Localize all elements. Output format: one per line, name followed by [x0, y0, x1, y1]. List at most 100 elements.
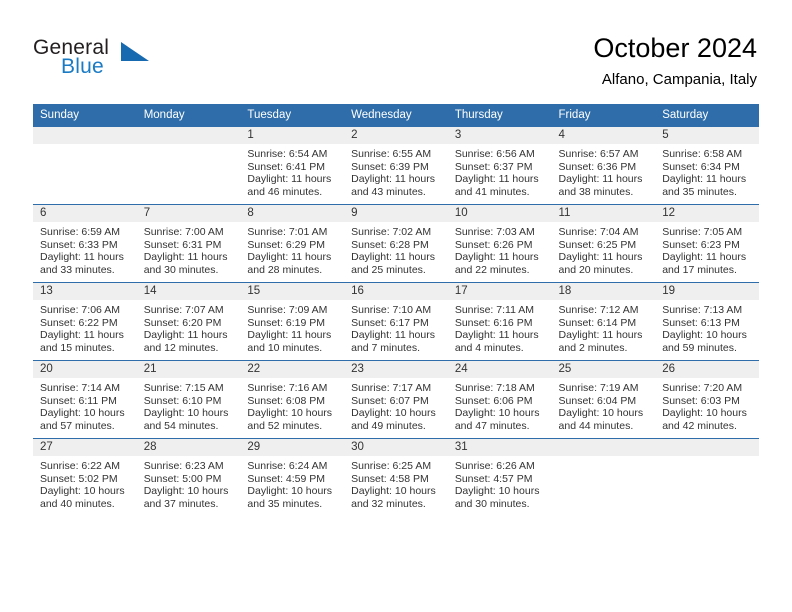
- general-blue-logo[interactable]: General Blue: [33, 36, 163, 84]
- calendar-cell[interactable]: 6 Sunrise: 6:59 AM Sunset: 6:33 PM Daylight…: [33, 204, 137, 283]
- sunset-text: Sunset: 6:29 PM: [247, 238, 326, 251]
- sunset-text: Sunset: 6:33 PM: [40, 238, 118, 251]
- sunrise-text: Sunrise: 7:13 AM: [662, 304, 743, 316]
- day-cell: 4 Sunrise: 6:57 AM Sunset: 6:36 PM Daylight…: [551, 127, 656, 204]
- sunrise-text: Sunrise: 6:23 AM: [143, 460, 224, 472]
- daylight-text: Daylight: 10 hours and 49 minutes.: [351, 407, 436, 432]
- sunset-text: Sunset: 6:25 PM: [558, 238, 637, 251]
- calendar-cell[interactable]: 17 Sunrise: 7:11 AM Sunset: 6:16 PM Dayligh…: [447, 282, 552, 361]
- day-info: Sunrise: 7:19 AM Sunset: 6:04 PM Daylight:…: [552, 378, 656, 432]
- calendar-cell[interactable]: 10 Sunrise: 7:03 AM Sunset: 6:26 PM Dayligh…: [447, 204, 552, 283]
- sunset-text: Sunset: 6:10 PM: [143, 394, 222, 407]
- calendar-cell[interactable]: 12 Sunrise: 7:05 AM Sunset: 6:23 PM Dayligh…: [655, 204, 759, 283]
- day-info: Sunrise: 6:55 AM Sunset: 6:39 PM Daylight:…: [344, 144, 448, 198]
- calendar-cell[interactable]: 11 Sunrise: 7:04 AM Sunset: 6:25 PM Dayligh…: [551, 204, 656, 283]
- day-cell: 21 Sunrise: 7:15 AM Sunset: 6:10 PM Dayligh…: [136, 361, 241, 438]
- daylight-text: Daylight: 11 hours and 25 minutes.: [351, 251, 435, 276]
- calendar-cell[interactable]: 3 Sunrise: 6:56 AM Sunset: 6:37 PM Daylight…: [447, 127, 552, 205]
- calendar-cell[interactable]: 15 Sunrise: 7:09 AM Sunset: 6:19 PM Dayligh…: [240, 282, 345, 361]
- daylight-text: Daylight: 10 hours and 47 minutes.: [454, 407, 540, 432]
- calendar-cell[interactable]: 23 Sunrise: 7:17 AM Sunset: 6:07 PM Dayligh…: [344, 360, 448, 439]
- sunrise-text: Sunrise: 6:58 AM: [662, 148, 743, 160]
- day-number: [551, 439, 656, 456]
- day-info: Sunrise: 7:13 AM Sunset: 6:13 PM Daylight:…: [655, 300, 759, 354]
- day-number: 17: [447, 283, 552, 300]
- calendar-grid: Sunday Monday Tuesday Wednesday Thursday…: [33, 104, 759, 516]
- calendar-cell[interactable]: 19 Sunrise: 7:13 AM Sunset: 6:13 PM Dayligh…: [655, 282, 759, 361]
- calendar-page: General Blue October 2024 Alfano, Campan…: [0, 0, 792, 612]
- sunrise-text: Sunrise: 7:03 AM: [454, 226, 535, 238]
- day-info: Sunrise: 7:15 AM Sunset: 6:10 PM Daylight:…: [137, 378, 241, 432]
- sunset-text: Sunset: 6:06 PM: [454, 394, 533, 407]
- calendar-cell[interactable]: 7 Sunrise: 7:00 AM Sunset: 6:31 PM Daylight…: [136, 204, 241, 283]
- calendar-cell[interactable]: 16 Sunrise: 7:10 AM Sunset: 6:17 PM Dayligh…: [344, 282, 448, 361]
- location-subtitle: Alfano, Campania, Italy: [601, 71, 757, 88]
- day-number: 8: [240, 205, 345, 222]
- day-info: Sunrise: 7:05 AM Sunset: 6:23 PM Daylight:…: [655, 222, 759, 276]
- day-info: Sunrise: 7:04 AM Sunset: 6:25 PM Daylight:…: [552, 222, 656, 276]
- sunset-text: Sunset: 4:59 PM: [247, 472, 326, 485]
- day-info: Sunrise: 7:12 AM Sunset: 6:14 PM Daylight:…: [552, 300, 656, 354]
- day-info: Sunrise: 6:24 AM Sunset: 4:59 PM Daylight:…: [240, 456, 344, 510]
- day-info: Sunrise: 6:58 AM Sunset: 6:34 PM Daylight:…: [655, 144, 759, 198]
- calendar-cell[interactable]: 8 Sunrise: 7:01 AM Sunset: 6:29 PM Daylight…: [240, 204, 345, 283]
- sunset-text: Sunset: 5:02 PM: [40, 472, 118, 485]
- daylight-text: Daylight: 11 hours and 2 minutes.: [558, 329, 643, 354]
- day-number: 18: [551, 283, 656, 300]
- daylight-text: Daylight: 11 hours and 17 minutes.: [662, 251, 747, 276]
- day-info: Sunrise: 7:02 AM Sunset: 6:28 PM Daylight:…: [344, 222, 448, 276]
- day-number: [655, 439, 759, 456]
- daylight-text: Daylight: 11 hours and 41 minutes.: [454, 173, 539, 198]
- day-cell: 28 Sunrise: 6:23 AM Sunset: 5:00 PM Dayligh…: [136, 439, 241, 516]
- sunrise-text: Sunrise: 6:55 AM: [351, 148, 432, 160]
- day-cell: 26 Sunrise: 7:20 AM Sunset: 6:03 PM Dayligh…: [655, 361, 759, 438]
- calendar-cell[interactable]: 27 Sunrise: 6:22 AM Sunset: 5:02 PM Dayligh…: [33, 438, 137, 516]
- daylight-text: Daylight: 10 hours and 35 minutes.: [247, 485, 333, 510]
- calendar-cell[interactable]: 5 Sunrise: 6:58 AM Sunset: 6:34 PM Daylight…: [655, 127, 759, 205]
- sunrise-text: Sunrise: 6:25 AM: [351, 460, 432, 472]
- sunset-text: Sunset: 6:14 PM: [558, 316, 637, 329]
- calendar-cell[interactable]: 9 Sunrise: 7:02 AM Sunset: 6:28 PM Daylight…: [344, 204, 448, 283]
- calendar-cell[interactable]: 26 Sunrise: 7:20 AM Sunset: 6:03 PM Dayligh…: [655, 360, 759, 439]
- sunset-text: Sunset: 6:08 PM: [247, 394, 326, 407]
- calendar-cell[interactable]: 14 Sunrise: 7:07 AM Sunset: 6:20 PM Dayligh…: [136, 282, 241, 361]
- calendar-cell[interactable]: 25 Sunrise: 7:19 AM Sunset: 6:04 PM Dayligh…: [551, 360, 656, 439]
- daylight-text: Daylight: 11 hours and 4 minutes.: [454, 329, 539, 354]
- calendar-cell[interactable]: 2 Sunrise: 6:55 AM Sunset: 6:39 PM Daylight…: [344, 127, 448, 205]
- day-number: 3: [447, 127, 552, 144]
- calendar-cell[interactable]: 29 Sunrise: 6:24 AM Sunset: 4:59 PM Dayligh…: [240, 438, 345, 516]
- calendar-cell[interactable]: 20 Sunrise: 7:14 AM Sunset: 6:11 PM Dayligh…: [33, 360, 137, 439]
- day-info: Sunrise: 6:56 AM Sunset: 6:37 PM Daylight:…: [448, 144, 552, 198]
- day-info: Sunrise: 6:26 AM Sunset: 4:57 PM Daylight:…: [448, 456, 552, 510]
- weekday-header-friday: Friday: [551, 104, 656, 127]
- calendar-cell[interactable]: 21 Sunrise: 7:15 AM Sunset: 6:10 PM Dayligh…: [136, 360, 241, 439]
- sunset-text: Sunset: 6:36 PM: [558, 160, 637, 173]
- day-info: Sunrise: 7:03 AM Sunset: 6:26 PM Daylight:…: [448, 222, 552, 276]
- calendar-cell[interactable]: 4 Sunrise: 6:57 AM Sunset: 6:36 PM Daylight…: [551, 127, 656, 205]
- sunrise-text: Sunrise: 7:06 AM: [40, 304, 120, 316]
- daylight-text: Daylight: 10 hours and 32 minutes.: [351, 485, 436, 510]
- calendar-cell[interactable]: 24 Sunrise: 7:18 AM Sunset: 6:06 PM Dayligh…: [447, 360, 552, 439]
- calendar-cell[interactable]: 28 Sunrise: 6:23 AM Sunset: 5:00 PM Dayligh…: [136, 438, 241, 516]
- sunrise-text: Sunrise: 7:09 AM: [247, 304, 328, 316]
- day-number: 4: [551, 127, 656, 144]
- calendar-cell[interactable]: 31 Sunrise: 6:26 AM Sunset: 4:57 PM Dayligh…: [447, 438, 552, 516]
- day-cell: 12 Sunrise: 7:05 AM Sunset: 6:23 PM Dayligh…: [655, 205, 759, 282]
- calendar-cell[interactable]: 1 Sunrise: 6:54 AM Sunset: 6:41 PM Daylight…: [240, 127, 345, 205]
- calendar-week-row: 1 Sunrise: 6:54 AM Sunset: 6:41 PM Daylight…: [33, 127, 759, 205]
- sunrise-text: Sunrise: 6:56 AM: [454, 148, 535, 160]
- day-info: Sunrise: 7:00 AM Sunset: 6:31 PM Daylight:…: [137, 222, 241, 276]
- calendar-cell[interactable]: 18 Sunrise: 7:12 AM Sunset: 6:14 PM Dayligh…: [551, 282, 656, 361]
- calendar-cell[interactable]: 30 Sunrise: 6:25 AM Sunset: 4:58 PM Dayligh…: [344, 438, 448, 516]
- day-info: Sunrise: 7:16 AM Sunset: 6:08 PM Daylight:…: [240, 378, 344, 432]
- calendar-cell[interactable]: 13 Sunrise: 7:06 AM Sunset: 6:22 PM Dayligh…: [33, 282, 137, 361]
- day-cell: 27 Sunrise: 6:22 AM Sunset: 5:02 PM Dayligh…: [33, 439, 137, 516]
- day-number: 5: [655, 127, 759, 144]
- day-cell: 5 Sunrise: 6:58 AM Sunset: 6:34 PM Daylight…: [655, 127, 759, 204]
- calendar-cell[interactable]: 22 Sunrise: 7:16 AM Sunset: 6:08 PM Dayligh…: [240, 360, 345, 439]
- sunset-text: Sunset: 4:58 PM: [351, 472, 429, 485]
- logo-word-blue: Blue: [61, 55, 104, 78]
- daylight-text: Daylight: 10 hours and 52 minutes.: [247, 407, 333, 432]
- sunrise-text: Sunrise: 7:14 AM: [40, 382, 120, 394]
- sunset-text: Sunset: 6:03 PM: [662, 394, 740, 407]
